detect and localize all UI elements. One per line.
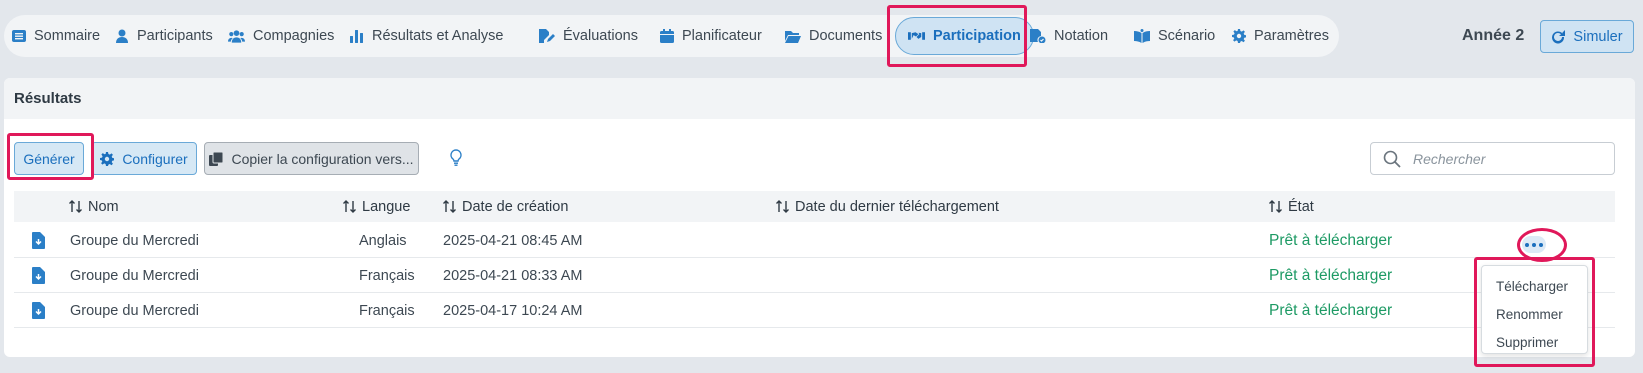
edit-file-icon: [539, 29, 555, 43]
row-actions-menu: Télécharger Renommer Supprimer: [1481, 265, 1588, 354]
simulate-button[interactable]: Simuler: [1540, 20, 1634, 53]
nav-label: Scénario: [1158, 28, 1216, 44]
copy-icon: [209, 151, 224, 166]
cell-language: Français: [359, 267, 415, 284]
row-actions-button[interactable]: [1522, 236, 1546, 253]
column-header-etat[interactable]: État: [1269, 191, 1314, 222]
gear-icon: [1232, 29, 1246, 43]
nav-label: Documents: [809, 28, 883, 44]
panel-title: Résultats: [4, 78, 1635, 119]
handshake-icon: [908, 32, 925, 40]
copy-config-label: Copier la configuration vers...: [231, 150, 414, 167]
redo-icon: [1552, 29, 1566, 43]
folder-icon: [785, 31, 801, 43]
file-download-icon[interactable]: [32, 302, 45, 319]
cell-name: Groupe du Mercredi: [70, 267, 199, 284]
nav-item-notation[interactable]: Notation: [1030, 15, 1108, 57]
column-header-date-telechargement[interactable]: Date du dernier téléchargement: [776, 191, 999, 222]
lightbulb-icon[interactable]: [449, 149, 463, 167]
menu-item-telecharger[interactable]: Télécharger: [1482, 272, 1587, 300]
nav-item-sommaire[interactable]: Sommaire: [12, 15, 100, 57]
ellipsis-icon: [1525, 242, 1529, 247]
nav-item-participation[interactable]: Participation: [895, 17, 1034, 55]
nav-item-parametres[interactable]: Paramètres: [1232, 15, 1329, 57]
table-row[interactable]: Groupe du Mercredi Français 2025-04-17 1…: [14, 293, 1615, 328]
year-label: Année 2: [1462, 27, 1525, 44]
nav-label: Notation: [1054, 28, 1109, 44]
nav-item-planificateur[interactable]: Planificateur: [660, 15, 762, 57]
column-label: État: [1288, 198, 1314, 215]
nav-item-compagnies[interactable]: Compagnies: [228, 15, 334, 57]
users-icon: [228, 30, 245, 43]
nav-label: Sommaire: [34, 28, 101, 44]
column-header-langue[interactable]: Langue: [343, 191, 410, 222]
nav-item-resultats[interactable]: Résultats et Analyse: [350, 15, 503, 57]
cell-created: 2025-04-17 10:24 AM: [443, 302, 583, 319]
generate-label: Générer: [23, 150, 75, 167]
cell-language: Français: [359, 302, 415, 319]
main-nav: Sommaire Participants Compagnies Résulta…: [4, 15, 1339, 57]
cell-name: Groupe du Mercredi: [70, 302, 199, 319]
column-header-nom[interactable]: Nom: [69, 191, 119, 222]
cell-name: Groupe du Mercredi: [70, 232, 199, 249]
column-label: Date du dernier téléchargement: [795, 198, 999, 215]
nav-label: Compagnies: [253, 28, 335, 44]
file-download-icon[interactable]: [32, 232, 45, 249]
copy-config-button[interactable]: Copier la configuration vers...: [204, 142, 419, 175]
table-header: Nom Langue Date de création Date du dern…: [14, 191, 1615, 222]
column-label: Nom: [88, 198, 119, 215]
bar-chart-icon: [350, 30, 363, 43]
cell-state: Prêt à télécharger: [1269, 266, 1393, 284]
sort-icon: [776, 200, 789, 213]
nav-label: Paramètres: [1254, 28, 1329, 44]
user-icon: [116, 29, 128, 43]
nav-label: Planificateur: [682, 28, 762, 44]
nav-item-participants[interactable]: Participants: [115, 15, 213, 57]
table-row[interactable]: Groupe du Mercredi Anglais 2025-04-21 08…: [14, 223, 1615, 258]
nav-item-evaluations[interactable]: Évaluations: [539, 15, 638, 57]
nav-label: Participation: [933, 28, 1021, 44]
nav-label: Participants: [137, 28, 213, 44]
cell-created: 2025-04-21 08:45 AM: [443, 232, 583, 249]
column-header-date-creation[interactable]: Date de création: [443, 191, 568, 222]
table-row[interactable]: Groupe du Mercredi Français 2025-04-21 0…: [14, 258, 1615, 293]
file-download-icon[interactable]: [32, 267, 45, 284]
generate-button[interactable]: Générer: [14, 142, 84, 175]
calendar-icon: [660, 29, 674, 43]
search-icon: [1383, 150, 1401, 168]
nav-item-documents[interactable]: Documents: [785, 15, 882, 57]
simulate-label: Simuler: [1573, 28, 1623, 45]
cell-language: Anglais: [359, 232, 407, 249]
menu-item-supprimer[interactable]: Supprimer: [1482, 328, 1587, 356]
configure-button[interactable]: Configurer: [91, 142, 197, 175]
cell-state: Prêt à télécharger: [1269, 231, 1393, 249]
grade-file-icon: [1030, 29, 1046, 43]
column-label: Langue: [362, 198, 411, 215]
menu-item-renommer[interactable]: Renommer: [1482, 300, 1587, 328]
sort-icon: [443, 200, 456, 213]
nav-label: Évaluations: [563, 28, 638, 44]
nav-item-scenario[interactable]: Scénario: [1134, 15, 1215, 57]
nav-label: Résultats et Analyse: [372, 28, 504, 44]
cell-created: 2025-04-21 08:33 AM: [443, 267, 583, 284]
sort-icon: [69, 200, 82, 213]
gear-icon: [100, 151, 115, 166]
configure-label: Configurer: [122, 150, 188, 167]
column-label: Date de création: [462, 198, 569, 215]
list-icon: [12, 30, 26, 42]
sort-icon: [1269, 200, 1282, 213]
search-box[interactable]: [1370, 142, 1615, 175]
search-input[interactable]: [1413, 150, 1603, 167]
sort-icon: [343, 200, 356, 213]
cell-state: Prêt à télécharger: [1269, 301, 1393, 319]
book-icon: [1134, 29, 1150, 43]
